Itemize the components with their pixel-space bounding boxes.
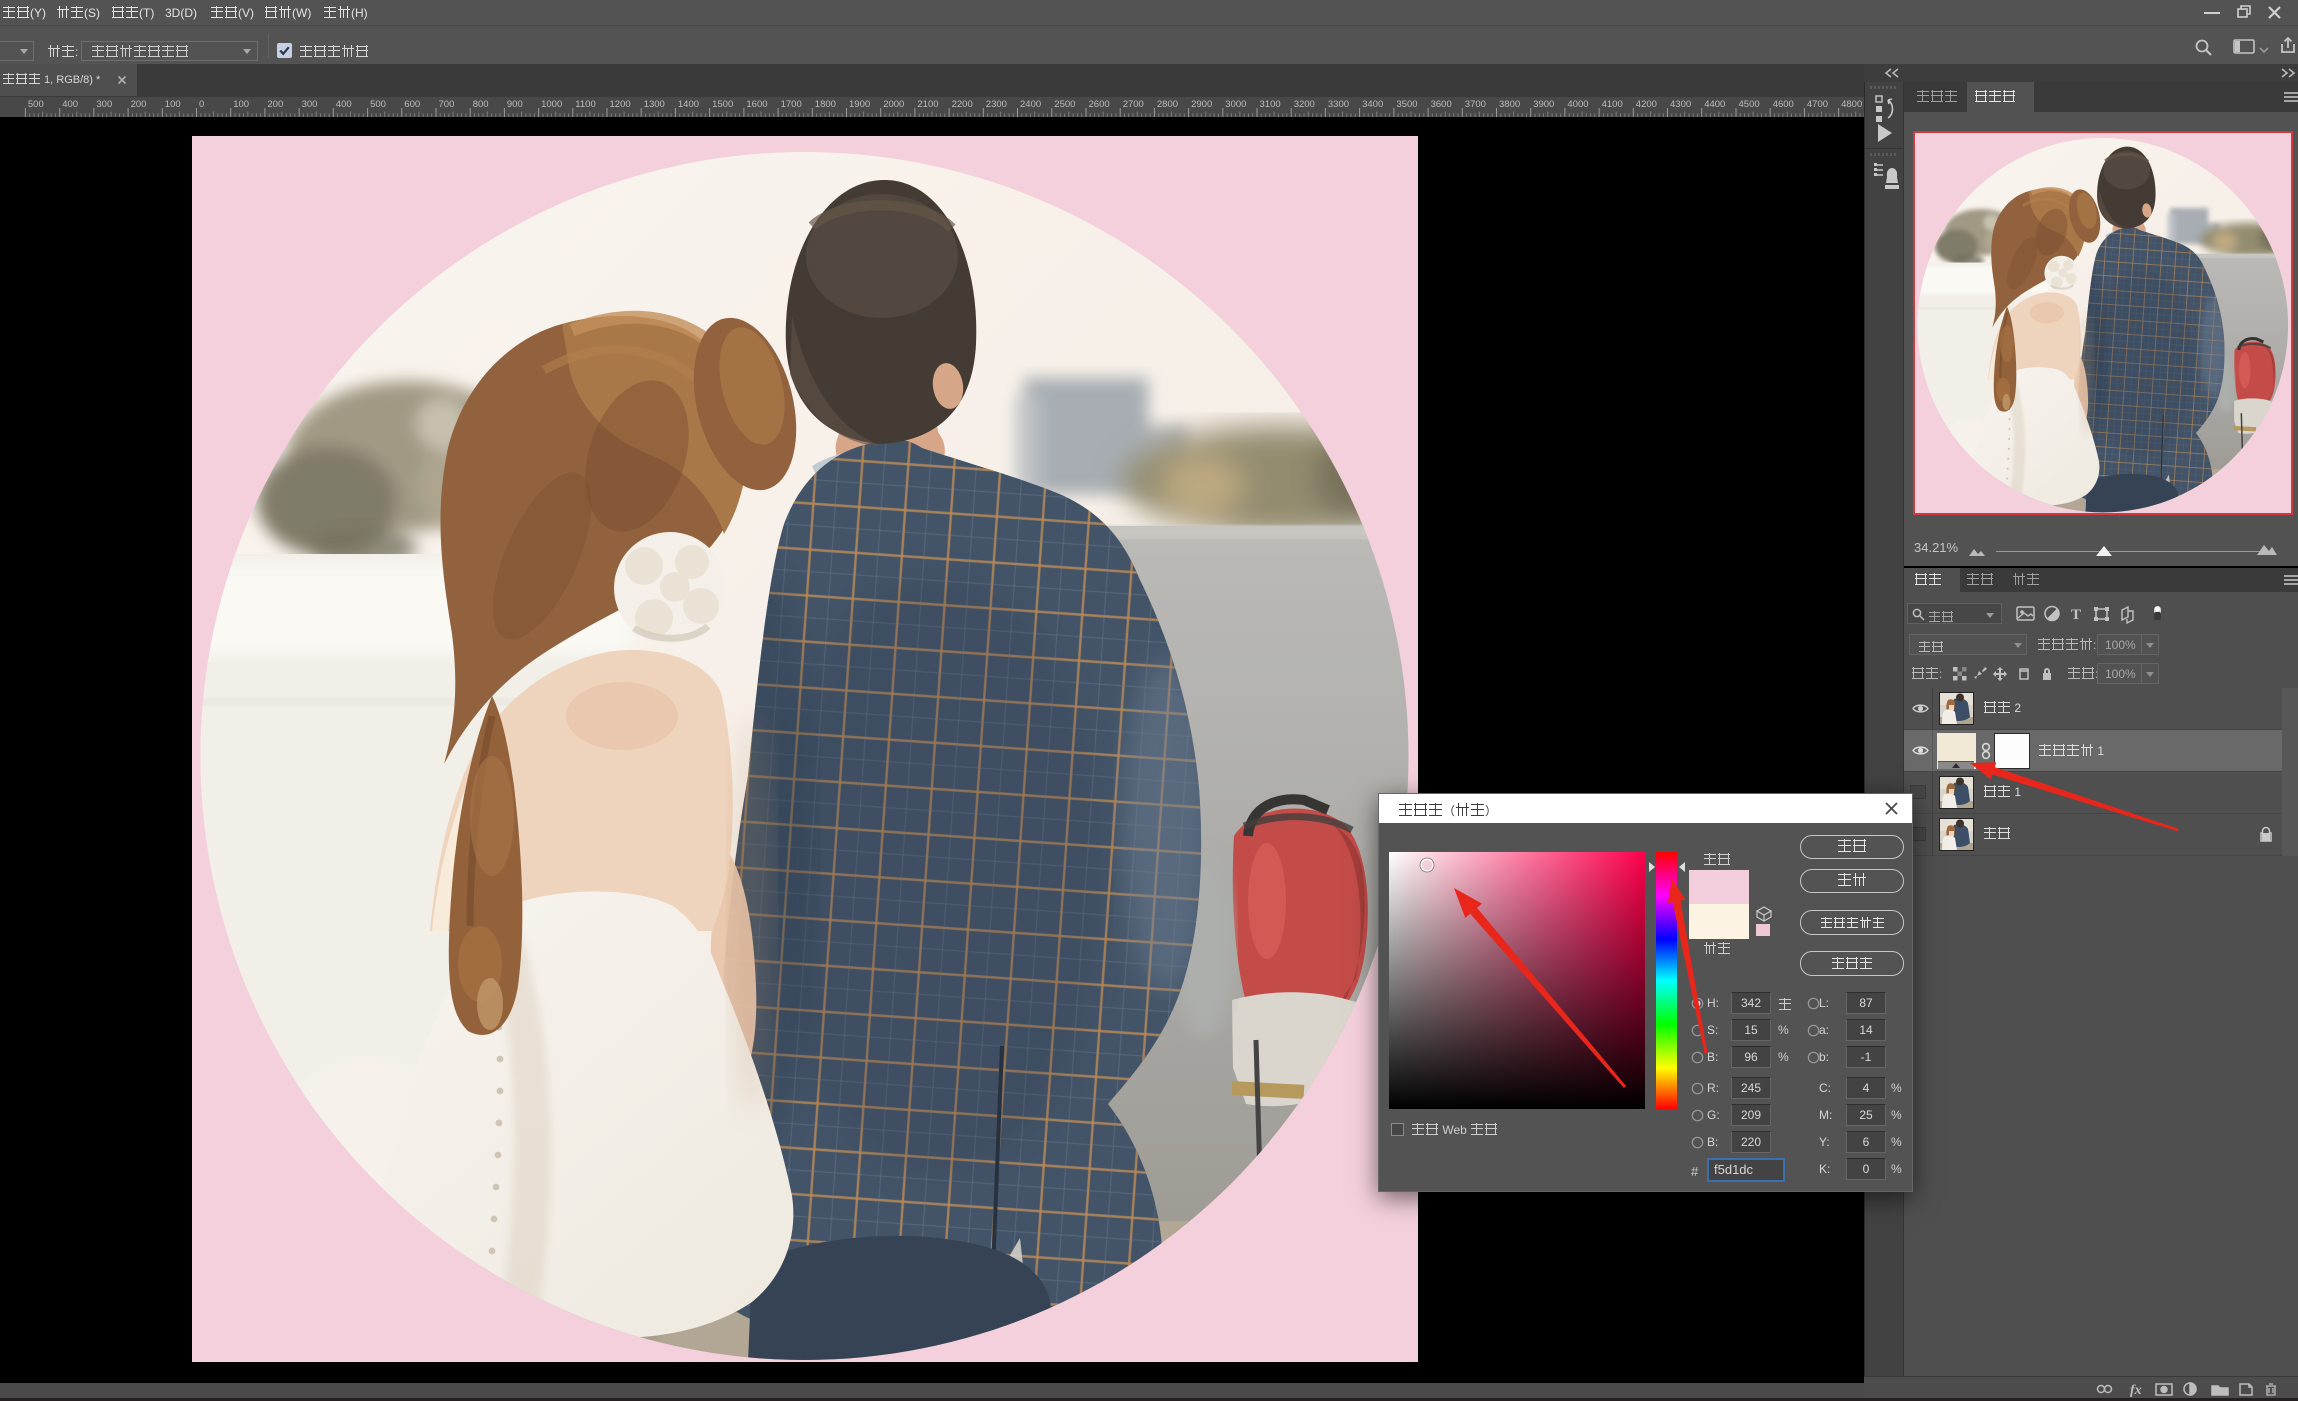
svg-text:3900: 3900	[1533, 99, 1554, 110]
svg-text:3700: 3700	[1465, 99, 1486, 110]
svg-text:100: 100	[233, 99, 249, 110]
svg-text:1400: 1400	[678, 99, 699, 110]
svg-text:2200: 2200	[952, 99, 973, 110]
svg-text:4700: 4700	[1807, 99, 1828, 110]
svg-text:3200: 3200	[1294, 99, 1315, 110]
svg-text:3500: 3500	[1396, 99, 1417, 110]
svg-text:200: 200	[131, 99, 147, 110]
svg-text:4200: 4200	[1636, 99, 1657, 110]
svg-text:3100: 3100	[1260, 99, 1281, 110]
svg-text:4500: 4500	[1739, 99, 1760, 110]
svg-text:2400: 2400	[1020, 99, 1041, 110]
svg-text:500: 500	[28, 99, 44, 110]
svg-text:700: 700	[439, 99, 455, 110]
svg-text:1800: 1800	[815, 99, 836, 110]
svg-text:1900: 1900	[849, 99, 870, 110]
svg-text:100: 100	[165, 99, 181, 110]
svg-text:2900: 2900	[1191, 99, 1212, 110]
svg-text:500: 500	[370, 99, 386, 110]
svg-text:1700: 1700	[781, 99, 802, 110]
svg-text:3800: 3800	[1499, 99, 1520, 110]
svg-text:2300: 2300	[986, 99, 1007, 110]
svg-text:4000: 4000	[1567, 99, 1588, 110]
svg-text:3600: 3600	[1431, 99, 1452, 110]
svg-text:1600: 1600	[746, 99, 767, 110]
svg-text:1500: 1500	[712, 99, 733, 110]
svg-text:2000: 2000	[883, 99, 904, 110]
svg-text:4800: 4800	[1841, 99, 1862, 110]
svg-text:2100: 2100	[917, 99, 938, 110]
svg-text:4600: 4600	[1773, 99, 1794, 110]
svg-text:800: 800	[473, 99, 489, 110]
svg-text:1200: 1200	[610, 99, 631, 110]
svg-text:2600: 2600	[1089, 99, 1110, 110]
svg-text:3000: 3000	[1225, 99, 1246, 110]
svg-text:4100: 4100	[1602, 99, 1623, 110]
svg-text:200: 200	[267, 99, 283, 110]
svg-text:2500: 2500	[1054, 99, 1075, 110]
svg-text:300: 300	[96, 99, 112, 110]
svg-text:1100: 1100	[575, 99, 595, 110]
svg-text:3300: 3300	[1328, 99, 1349, 110]
svg-text:T: T	[2071, 607, 2081, 623]
svg-text:400: 400	[336, 99, 352, 110]
svg-text:1000: 1000	[541, 99, 562, 110]
svg-text:2800: 2800	[1157, 99, 1178, 110]
svg-text:0: 0	[199, 99, 204, 110]
svg-text:3400: 3400	[1362, 99, 1383, 110]
svg-text:600: 600	[404, 99, 420, 110]
svg-text:2700: 2700	[1123, 99, 1144, 110]
svg-text:4400: 4400	[1704, 99, 1725, 110]
svg-text:fx: fx	[2130, 1383, 2142, 1397]
svg-text:300: 300	[302, 99, 318, 110]
svg-text:1300: 1300	[644, 99, 665, 110]
svg-text:900: 900	[507, 99, 523, 110]
svg-text:400: 400	[62, 99, 78, 110]
svg-text:4300: 4300	[1670, 99, 1691, 110]
